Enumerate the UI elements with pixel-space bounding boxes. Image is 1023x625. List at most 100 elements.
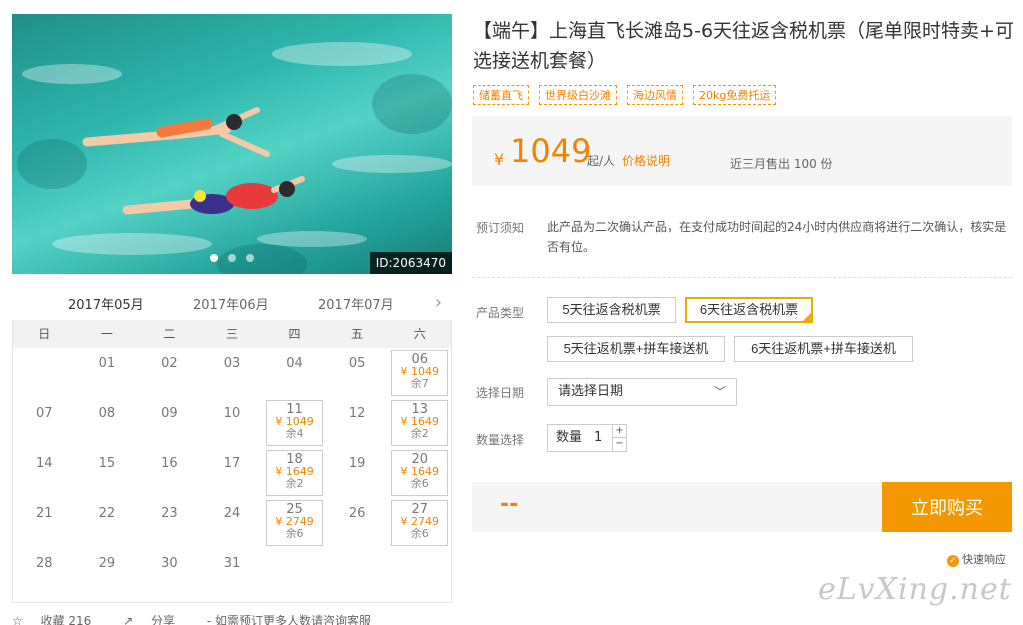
day-number: 25 [286,502,303,517]
calendar-day: 23 [138,498,201,548]
day-number: 06 [411,352,428,367]
carousel-dots [210,254,254,262]
calendar-day: 16 [138,448,201,498]
calendar-day-available[interactable]: 13 ¥ 1649 余2 [388,398,451,448]
share-label: 分享 [151,614,176,625]
contact-note[interactable]: - 如需预订更多人数请咨询客服 [207,614,371,625]
type-option-6day-transfer[interactable]: 6天往返机票+拼车接送机 [734,336,913,362]
notice-label: 预订须知 [476,221,525,235]
calendar-day: 09 [138,398,201,448]
day-number: 20 [411,452,428,467]
weekday-label: 二 [163,327,176,341]
day-number [13,348,76,356]
day-number: 08 [98,406,116,421]
purchase-bar: -- 立即购买 [472,482,1012,532]
day-number: 31 [223,556,241,571]
carousel-dot[interactable] [228,254,236,262]
sold-count: 近三月售出 100 份 [730,157,833,171]
day-remaining: 余4 [285,427,304,440]
chevron-right-icon[interactable]: › [435,292,442,313]
date-select[interactable]: 请选择日期 ﹀ [547,378,737,406]
tab-month-may[interactable]: 2017年05月 [68,294,144,313]
calendar-day-available[interactable]: 18 ¥ 1649 余2 [263,448,326,498]
calendar-day [263,548,326,598]
weekday-label: 一 [100,327,113,341]
currency-symbol: ¥ [494,150,505,169]
day-remaining: 余6 [285,527,304,540]
calendar-day: 30 [138,548,201,598]
calendar-day: 26 [326,498,389,548]
calendar-day: 01 [76,348,139,398]
day-number: 12 [348,406,366,421]
day-remaining: 余2 [285,477,304,490]
calendar-day-available[interactable]: 27 ¥ 2749 余6 [388,498,451,548]
product-title: 【端午】上海直飞长滩岛5-6天往返含税机票（尾单限时特卖+可选接送机套餐） [473,20,1014,72]
weekday-label: 六 [413,327,426,341]
day-number: 09 [161,406,178,421]
calendar-month-tabs: 2017年05月 2017年06月 2017年07月 › [12,290,452,323]
day-number: 24 [223,506,241,521]
calendar-day: 14 [13,448,76,498]
day-number: 03 [223,356,241,371]
check-icon: ✓ [947,555,959,567]
feature-tag: 海边风情 [627,85,683,105]
calendar-day [13,348,76,398]
calendar-day: 03 [201,348,264,398]
quantity-value[interactable]: 1 [594,425,602,451]
calendar-day: 02 [138,348,201,398]
weekday-label: 日 [38,327,51,341]
action-links: ☆ 收藏 216 ↗ 分享 - 如需预订更多人数请咨询客服 [12,612,452,625]
price-explain-link[interactable]: 价格说明 [622,152,670,169]
type-option-5day-ticket[interactable]: 5天往返含税机票 [547,297,676,323]
price-panel: ¥ 1049 起/人 价格说明 近三月售出 100 份 [472,116,1012,186]
calendar-day-available[interactable]: 11 ¥ 1049 余4 [263,398,326,448]
calendar-day-available[interactable]: 06 ¥ 1049 余7 [388,348,451,398]
quantity-stepper[interactable]: 数量 1 + − [547,424,627,452]
snorkel-photo-illustration [17,42,452,274]
calendar-day: 15 [76,448,139,498]
type-option-5day-transfer[interactable]: 5天往返机票+拼车接送机 [547,336,725,362]
calendar-day: 29 [76,548,139,598]
photo-id-label: ID:2063470 [369,252,452,274]
chevron-down-icon: ﹀ [713,385,726,399]
day-number: 15 [98,456,116,471]
carousel-dot[interactable] [246,254,254,262]
quantity-prefix: 数量 [556,430,583,445]
price-value: 1049 [510,132,592,170]
calendar-day [326,548,389,598]
calendar-day: 05 [326,348,389,398]
price-calendar: 日 一 二 三 四 五 六 01 02 03 04 05 06 ¥ 1049 余7 07 08 09… [12,320,452,603]
favorite-link[interactable]: ☆ 收藏 216 [12,614,105,625]
quantity-increase-button[interactable]: + [612,425,626,438]
calendar-day-available[interactable]: 25 ¥ 2749 余6 [263,498,326,548]
day-number: 17 [223,456,241,471]
product-photo[interactable]: ID:2063470 [12,14,452,274]
tab-month-july[interactable]: 2017年07月 [318,294,394,313]
favorite-label: 收藏 216 [40,614,92,625]
share-link[interactable]: ↗ 分享 [123,614,189,625]
calendar-day: 31 [201,548,264,598]
calendar-day: 19 [326,448,389,498]
calendar-day: 17 [201,448,264,498]
calendar-day-available[interactable]: 20 ¥ 1649 余6 [388,448,451,498]
date-label: 选择日期 [476,386,525,400]
day-number: 18 [286,452,303,467]
day-number: 30 [161,556,178,571]
carousel-dot[interactable] [210,254,218,262]
tab-month-june[interactable]: 2017年06月 [193,294,269,313]
calendar-grid: 01 02 03 04 05 06 ¥ 1049 余7 07 08 09 10 11 ¥ 1049 余4 12… [13,348,451,598]
day-remaining: 余7 [410,377,429,390]
calendar-weekday-header: 日 一 二 三 四 五 六 [13,320,451,348]
type-option-6day-ticket[interactable]: 6天往返含税机票 [685,297,813,323]
quantity-decrease-button[interactable]: − [612,438,626,451]
calendar-day: 07 [13,398,76,448]
buy-now-button[interactable]: 立即购买 [882,482,1012,532]
day-number: 21 [36,506,53,521]
price-unit: 起/人 [587,154,616,168]
calendar-day: 21 [13,498,76,548]
watermark-logo: eLvXing.net [818,572,1012,607]
day-number: 13 [411,402,428,417]
divider [472,277,1012,278]
day-number: 27 [411,502,428,517]
day-number: 11 [286,402,303,417]
